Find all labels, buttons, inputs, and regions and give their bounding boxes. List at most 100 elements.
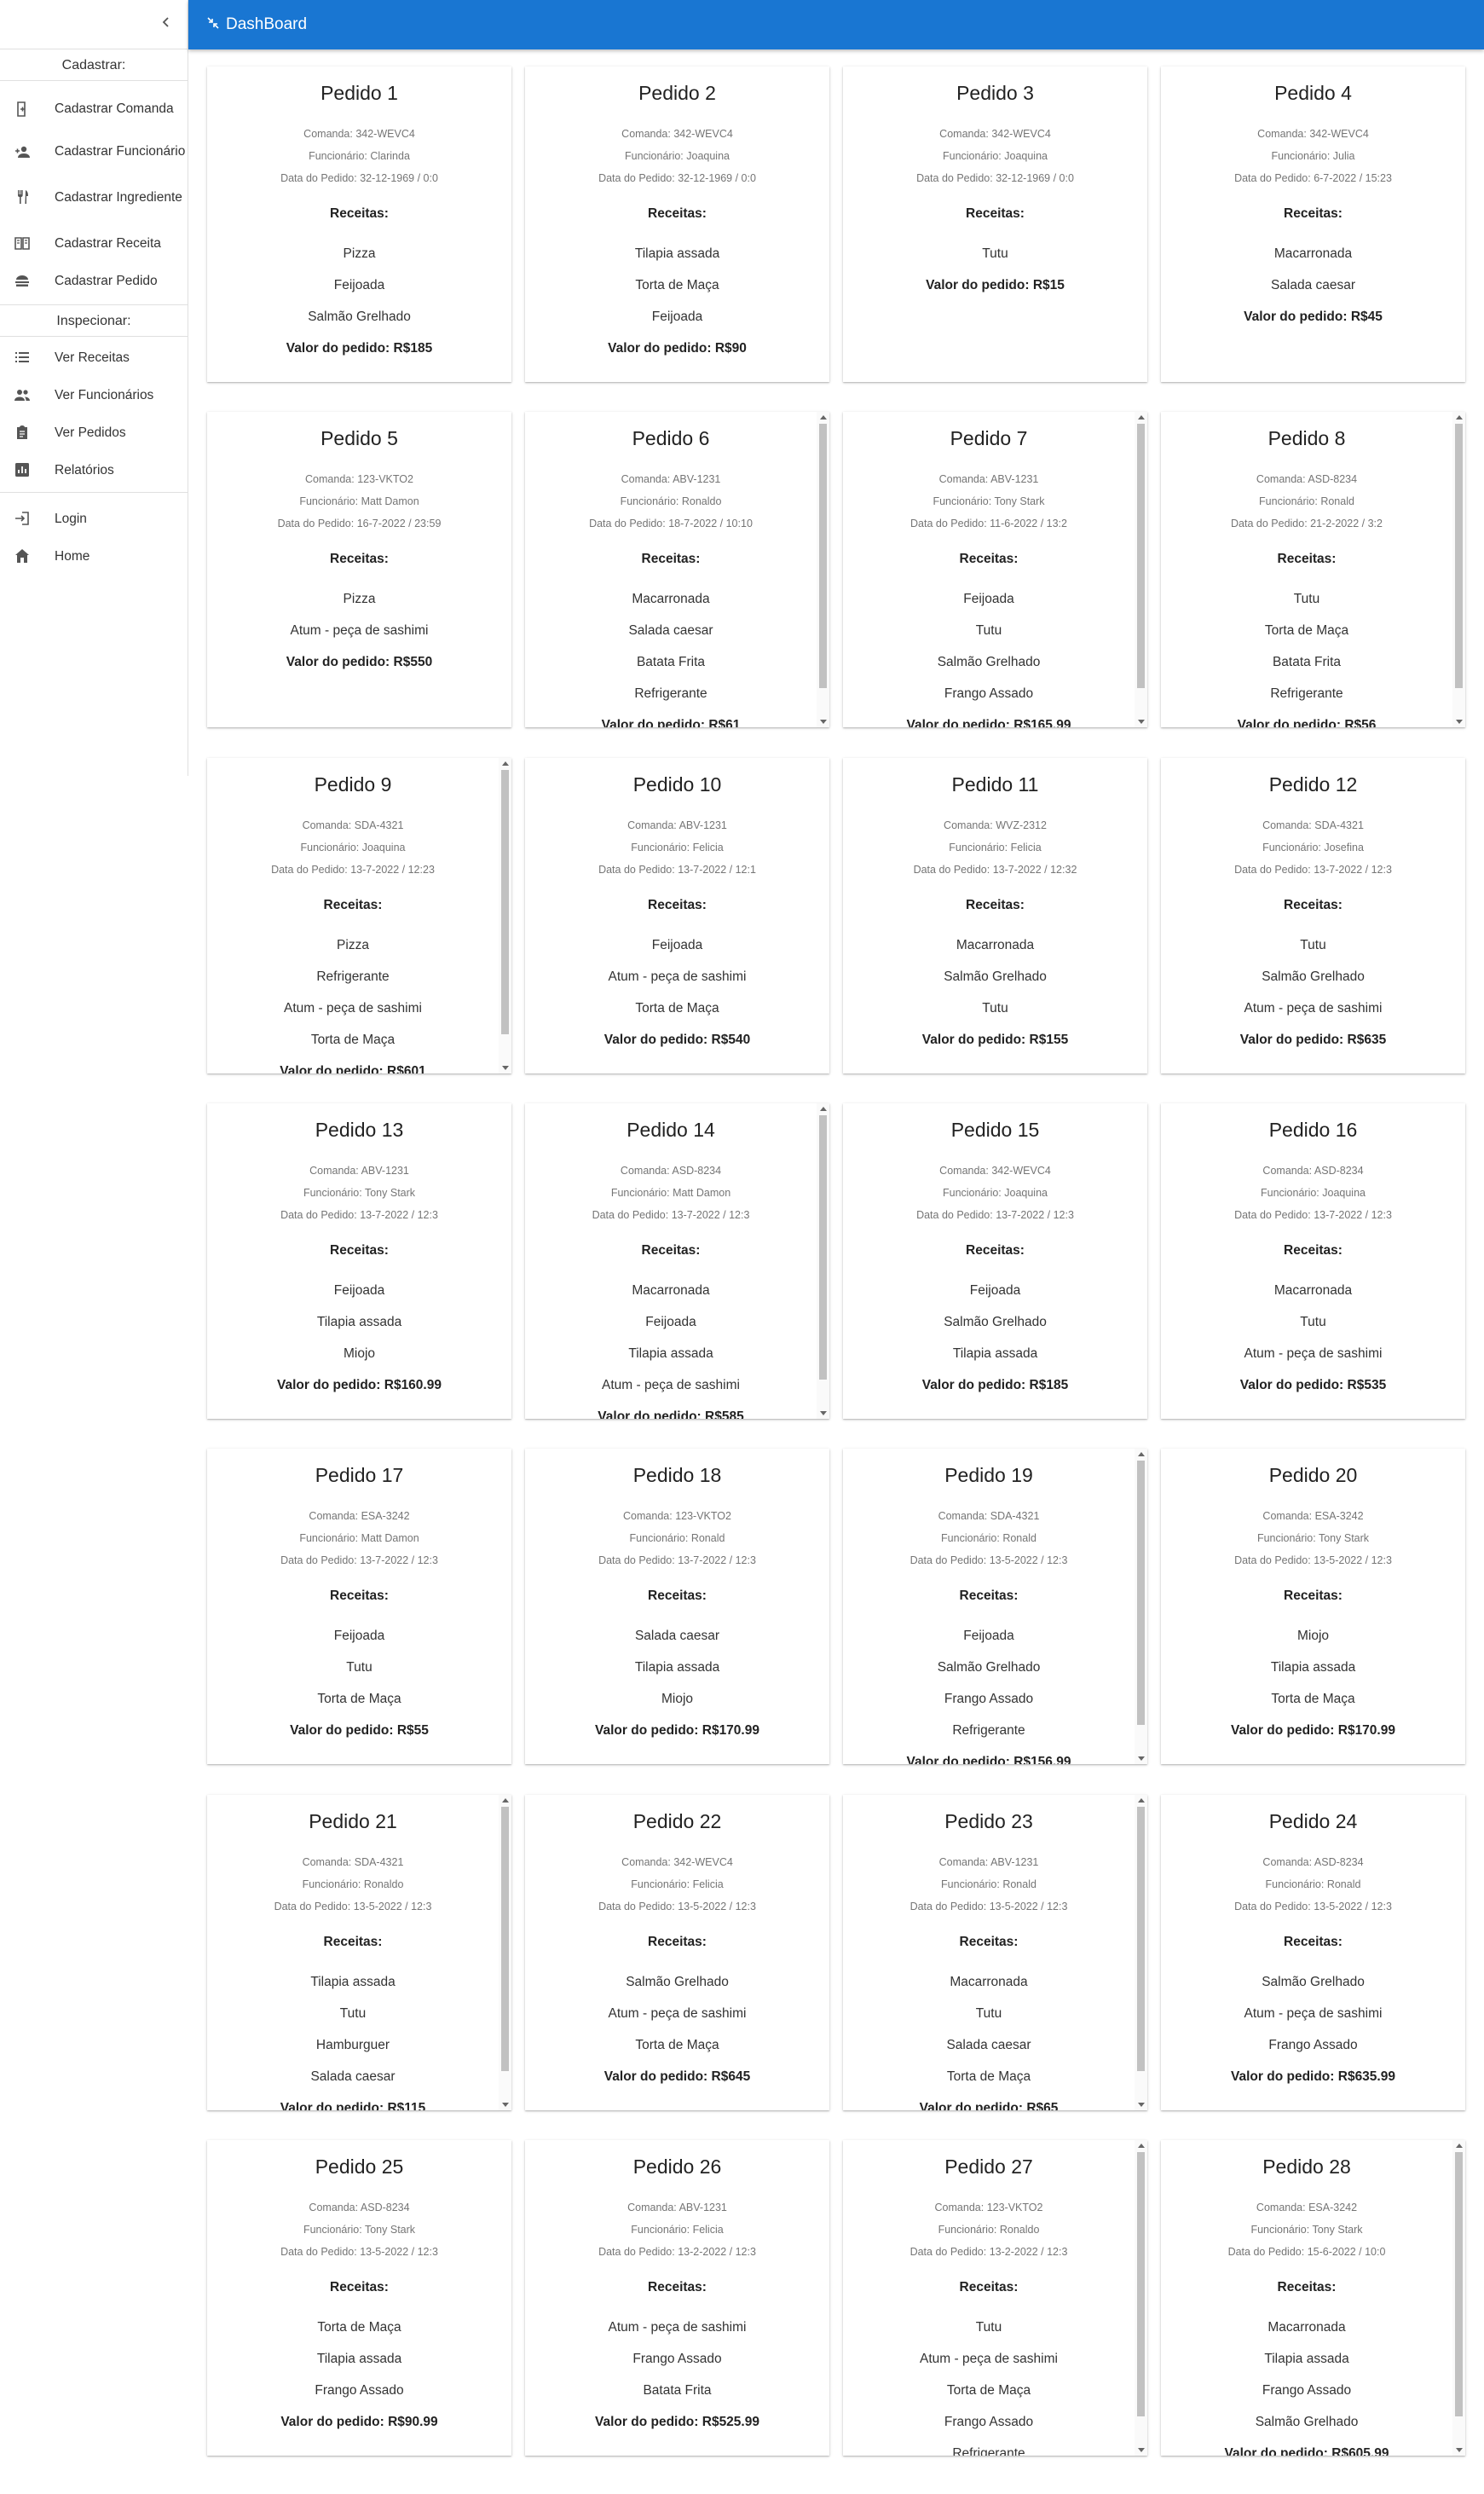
home-icon <box>14 547 31 564</box>
scroll-thumb[interactable] <box>1137 424 1145 688</box>
data-line: Data do Pedido: 15-6-2022 / 10:0 <box>1161 2241 1452 2263</box>
comanda-line: Comanda: 342-WEVC4 <box>525 123 829 145</box>
nav-item-ver-funcionarios[interactable]: Ver Funcionários <box>0 376 188 414</box>
scroll-down-icon[interactable] <box>1138 1756 1145 1761</box>
scroll-up-icon[interactable] <box>1138 415 1145 420</box>
receitas-heading: Receitas: <box>1284 898 1343 912</box>
order-title: Pedido 11 <box>951 773 1039 796</box>
card-scrollbar[interactable] <box>1135 1449 1147 1764</box>
card-scrollbar[interactable] <box>499 758 511 1073</box>
scroll-up-icon[interactable] <box>1138 1798 1145 1803</box>
funcionario-value: Josefina <box>1324 842 1364 854</box>
scroll-down-icon[interactable] <box>1138 720 1145 724</box>
funcionario-label: Funcionário: <box>299 495 361 507</box>
scroll-down-icon[interactable] <box>820 1411 827 1415</box>
recipe-list: Atum - peça de sashimi Frango Assado Batat… <box>525 2312 829 2406</box>
data-label: Data do Pedido: <box>1234 1209 1314 1221</box>
funcionario-line: Funcionário: Tony Stark <box>1161 1527 1465 1549</box>
card-scrollbar[interactable] <box>499 1795 511 2110</box>
funcionario-label: Funcionário: <box>942 150 1005 162</box>
scroll-down-icon[interactable] <box>502 1066 509 1070</box>
recipe-list: Feijoada Salmão Grelhado Frango Assado Refr… <box>843 1620 1135 1746</box>
receitas-heading: Receitas: <box>330 1588 389 1603</box>
valor-value: R$61 <box>708 718 741 727</box>
scroll-thumb[interactable] <box>819 1115 827 1380</box>
data-label: Data do Pedido: <box>598 1901 678 1912</box>
comanda-value: SDA-4321 <box>354 1856 404 1868</box>
nav-item-label: Relatórios <box>55 462 114 477</box>
scroll-up-icon[interactable] <box>820 415 827 420</box>
recipe-list: Feijoada Tutu Torta de Maça <box>207 1620 511 1715</box>
scroll-down-icon[interactable] <box>1138 2103 1145 2107</box>
scroll-down-icon[interactable] <box>1456 2448 1463 2452</box>
scroll-up-icon[interactable] <box>1138 2144 1145 2148</box>
card-scrollbar[interactable] <box>1135 2140 1147 2456</box>
scroll-down-icon[interactable] <box>1138 2448 1145 2452</box>
order-total: Valor do pedido: R$90 <box>525 333 829 364</box>
scroll-down-icon[interactable] <box>1456 720 1463 724</box>
comanda-label: Comanda: <box>1262 1856 1314 1868</box>
nav-item-ver-pedidos[interactable]: Ver Pedidos <box>0 414 188 451</box>
nav-item-cadastrar-ingrediente[interactable]: Cadastrar Ingrediente <box>0 170 188 224</box>
chevron-left-icon[interactable] <box>160 16 172 32</box>
data-line: Data do Pedido: 13-2-2022 / 12:3 <box>843 2241 1135 2263</box>
funcionario-line: Funcionário: Matt Damon <box>525 1182 817 1204</box>
comanda-value: WVZ-2312 <box>996 819 1047 831</box>
scroll-up-icon[interactable] <box>1138 1452 1145 1456</box>
data-label: Data do Pedido: <box>916 172 996 184</box>
card-scrollbar[interactable] <box>817 412 829 727</box>
comanda-value: ABV-1231 <box>673 473 721 485</box>
scroll-thumb[interactable] <box>1137 1461 1145 1725</box>
nav-item-home[interactable]: Home <box>0 537 188 575</box>
nav-item-relatorios[interactable]: Relatórios <box>0 451 188 489</box>
scroll-down-icon[interactable] <box>502 2103 509 2107</box>
scroll-up-icon[interactable] <box>820 1107 827 1111</box>
funcionario-line: Funcionário: Matt Damon <box>207 490 511 512</box>
recipe-item: Salmão Grelhado <box>308 310 411 324</box>
collapse-arrows-icon[interactable] <box>207 16 219 33</box>
nav-item-label: Ver Funcionários <box>55 387 154 402</box>
scroll-thumb[interactable] <box>1455 2152 1463 2416</box>
recipe-item: Torta de Maça <box>317 2320 401 2335</box>
scroll-thumb[interactable] <box>819 424 827 688</box>
scroll-thumb[interactable] <box>501 1807 509 2071</box>
data-label: Data do Pedido: <box>592 1209 672 1221</box>
card-scrollbar[interactable] <box>1135 1795 1147 2110</box>
nav-item-cadastrar-receita[interactable]: Cadastrar Receita <box>0 224 188 262</box>
data-line: Data do Pedido: 13-7-2022 / 12:3 <box>207 1204 511 1226</box>
data-value: 13-5-2022 / 12:3 <box>989 1901 1068 1912</box>
nav-item-ver-receitas[interactable]: Ver Receitas <box>0 339 188 376</box>
scroll-down-icon[interactable] <box>820 720 827 724</box>
scroll-up-icon[interactable] <box>1456 2144 1463 2148</box>
order-meta: Comanda: 342-WEVC4 Funcionário: Joaquina D… <box>843 1160 1147 1226</box>
recipe-item: Atum - peça de sashimi <box>608 969 747 984</box>
recipe-list: Macarronada Salada caesar Batata Frita Refr… <box>525 583 817 709</box>
data-line: Data do Pedido: 32-12-1969 / 0:0 <box>207 167 511 189</box>
card-scrollbar[interactable] <box>1452 2140 1465 2456</box>
comanda-line: Comanda: ESA-3242 <box>207 1505 511 1527</box>
nav-item-login[interactable]: Login <box>0 500 188 537</box>
scroll-thumb[interactable] <box>1137 1807 1145 2071</box>
nav-item-cadastrar-funcionario[interactable]: Cadastrar Funcionário <box>0 133 188 170</box>
recipe-item: Torta de Maça <box>635 1001 719 1016</box>
comanda-value: ASD-8234 <box>672 1165 722 1177</box>
nav-item-cadastrar-comanda[interactable]: Cadastrar Comanda <box>0 84 188 133</box>
comanda-label: Comanda: <box>309 2202 361 2213</box>
nav-item-cadastrar-pedido[interactable]: Cadastrar Pedido <box>0 262 188 299</box>
receitas-heading: Receitas: <box>1277 2280 1337 2294</box>
order-meta: Comanda: 342-WEVC4 Funcionário: Felicia Da… <box>525 1851 829 1918</box>
order-title: Pedido 18 <box>632 1464 722 1486</box>
card-scrollbar[interactable] <box>1452 412 1465 727</box>
scroll-thumb[interactable] <box>501 770 509 1034</box>
comanda-label: Comanda: <box>938 1856 991 1868</box>
card-scrollbar[interactable] <box>1135 412 1147 727</box>
scroll-up-icon[interactable] <box>1456 415 1463 420</box>
scroll-up-icon[interactable] <box>502 1798 509 1803</box>
order-title: Pedido 25 <box>315 2155 404 2178</box>
valor-label: Valor do pedido: <box>1237 718 1345 727</box>
card-scrollbar[interactable] <box>817 1103 829 1419</box>
funcionario-line: Funcionário: Ronald <box>1161 490 1452 512</box>
scroll-thumb[interactable] <box>1137 2152 1145 2416</box>
scroll-up-icon[interactable] <box>502 761 509 766</box>
scroll-thumb[interactable] <box>1455 424 1463 688</box>
